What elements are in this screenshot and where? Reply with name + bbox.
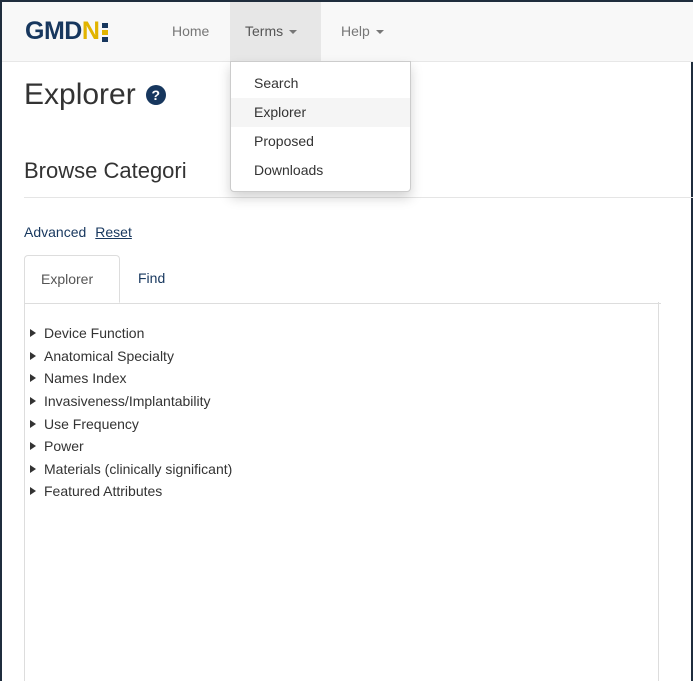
chevron-down-icon <box>375 30 384 35</box>
expand-triangle-icon[interactable] <box>30 419 36 428</box>
expand-triangle-icon[interactable] <box>30 487 36 496</box>
expand-triangle-icon[interactable] <box>30 329 36 338</box>
tree-node-anatomical-specialty[interactable]: Anatomical Specialty <box>30 345 232 368</box>
tree-node-label: Materials (clinically significant) <box>44 460 233 477</box>
menu-item-explorer[interactable]: Explorer <box>231 98 410 127</box>
menu-item-downloads[interactable]: Downloads <box>231 156 410 185</box>
tree-node-names-index[interactable]: Names Index <box>30 367 232 390</box>
gmdn-logo[interactable]: GMD N <box>25 16 109 45</box>
tree-node-label: Featured Attributes <box>44 483 163 500</box>
tree-node-device-function[interactable]: Device Function <box>30 322 232 345</box>
terms-dropdown-menu: Search Explorer Proposed Downloads <box>230 61 411 192</box>
question-circle-icon[interactable]: ? <box>145 85 166 105</box>
page-subtitle: Browse Categoris. <box>24 158 248 184</box>
menu-item-search[interactable]: Search <box>231 69 410 98</box>
logo-text-gmd: GMD <box>25 16 82 45</box>
page-subtitle-visible: Browse Categori <box>24 158 187 183</box>
tree-node-label: Names Index <box>44 370 127 387</box>
tab-find[interactable]: Find <box>122 255 181 302</box>
expand-triangle-icon[interactable] <box>30 351 36 360</box>
tab-explorer[interactable]: Explorer <box>24 255 120 303</box>
page-title: Explorer ? <box>24 78 166 112</box>
expand-triangle-icon[interactable] <box>30 442 36 451</box>
nav-help[interactable]: Help <box>326 2 399 61</box>
expand-triangle-icon[interactable] <box>30 397 36 406</box>
expand-triangle-icon[interactable] <box>30 374 36 383</box>
tree-node-materials[interactable]: Materials (clinically significant) <box>30 458 232 481</box>
tree-node-label: Device Function <box>44 325 145 342</box>
tree-node-use-frequency[interactable]: Use Frequency <box>30 412 232 435</box>
tree-node-featured-attributes[interactable]: Featured Attributes <box>30 480 232 503</box>
expand-triangle-icon[interactable] <box>30 464 36 473</box>
tree-node-invasiveness[interactable]: Invasiveness/Implantability <box>30 390 232 413</box>
nav-terms-label: Terms <box>245 23 284 39</box>
tree-node-label: Invasiveness/Implantability <box>44 393 211 410</box>
chevron-down-icon <box>289 30 298 35</box>
nav-terms[interactable]: Terms <box>230 2 321 61</box>
nav-home-label: Home <box>172 23 210 39</box>
nav-help-label: Help <box>341 23 370 39</box>
category-tree: Device Function Anatomical Specialty Nam… <box>30 322 232 503</box>
nav-home[interactable]: Home <box>157 2 224 61</box>
advanced-link[interactable]: Advanced <box>24 224 86 240</box>
logo-text-n: N <box>81 16 100 45</box>
tab-bar: Explorer Find <box>24 255 661 304</box>
menu-item-proposed[interactable]: Proposed <box>231 127 410 156</box>
page-title-text: Explorer <box>24 78 136 111</box>
logo-mark-icon <box>102 21 109 42</box>
divider <box>24 197 693 198</box>
reset-link[interactable]: Reset <box>95 224 132 240</box>
tree-node-label: Power <box>44 438 84 455</box>
search-links: Advanced Reset <box>24 224 132 240</box>
tree-node-power[interactable]: Power <box>30 435 232 458</box>
tree-node-label: Anatomical Specialty <box>44 347 174 364</box>
tree-node-label: Use Frequency <box>44 415 139 432</box>
